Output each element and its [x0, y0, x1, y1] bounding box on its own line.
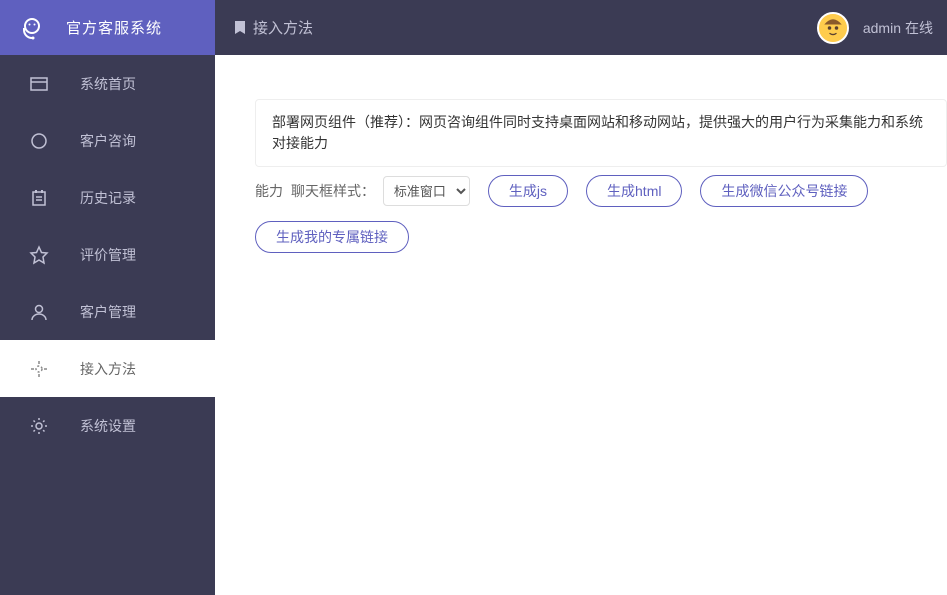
- controls-row: 能力 聊天框样式： 标准窗口 生成js 生成html 生成微信公众号链接: [255, 175, 947, 207]
- sidebar-item-label: 接入方法: [80, 359, 136, 379]
- generate-js-button[interactable]: 生成js: [488, 175, 568, 207]
- sidebar-item-label: 评价管理: [80, 245, 136, 265]
- topbar: 接入方法 admin 在线: [215, 0, 947, 55]
- style-label: 聊天框样式：: [291, 183, 375, 199]
- sidebar-item-label: 历史记录: [80, 188, 136, 208]
- app-logo-row: 官方客服系统: [0, 0, 215, 55]
- info-trailing: 能力: [255, 181, 283, 201]
- content-area: 部署网页组件（推荐）：网页咨询组件同时支持桌面网站和移动网站，提供强大的用户行为…: [215, 55, 947, 595]
- info-banner: 部署网页组件（推荐）：网页咨询组件同时支持桌面网站和移动网站，提供强大的用户行为…: [255, 99, 947, 167]
- generate-my-link-button[interactable]: 生成我的专属链接: [255, 221, 409, 253]
- window-icon: [26, 74, 52, 94]
- sidebar-item-settings[interactable]: 系统设置: [0, 397, 215, 454]
- sidebar-item-history[interactable]: 历史记录: [0, 169, 215, 226]
- sidebar: 官方客服系统 系统首页 客户咨询 历史记录 评价管理 客户管理: [0, 0, 215, 595]
- chat-style-select[interactable]: 标准窗口: [383, 176, 470, 206]
- generate-wechat-link-button[interactable]: 生成微信公众号链接: [700, 175, 868, 207]
- clipboard-icon: [26, 188, 52, 208]
- chat-bubble-icon: [26, 131, 52, 151]
- app-title: 官方客服系统: [66, 17, 162, 38]
- sidebar-item-label: 系统设置: [80, 416, 136, 436]
- sidebar-item-integration[interactable]: 接入方法: [0, 340, 215, 397]
- info-text: 部署网页组件（推荐）：网页咨询组件同时支持桌面网站和移动网站，提供强大的用户行为…: [272, 114, 923, 151]
- user-status: 在线: [905, 18, 933, 38]
- sidebar-item-customers[interactable]: 客户管理: [0, 283, 215, 340]
- sidebar-item-review[interactable]: 评价管理: [0, 226, 215, 283]
- sidebar-item-consult[interactable]: 客户咨询: [0, 112, 215, 169]
- headset-icon: [20, 16, 44, 40]
- sidebar-item-label: 系统首页: [80, 74, 136, 94]
- sidebar-item-label: 客户咨询: [80, 131, 136, 151]
- generate-html-button[interactable]: 生成html: [586, 175, 682, 207]
- page-title: 接入方法: [253, 17, 313, 38]
- user-icon: [26, 302, 52, 322]
- sidebar-item-label: 客户管理: [80, 302, 136, 322]
- controls-row-2: 生成我的专属链接: [255, 221, 947, 253]
- user-name: admin: [863, 20, 901, 36]
- bookmark-icon: [233, 20, 247, 36]
- user-menu[interactable]: admin 在线: [817, 12, 947, 44]
- connection-icon: [26, 359, 52, 379]
- gear-icon: [26, 416, 52, 436]
- sidebar-item-home[interactable]: 系统首页: [0, 55, 215, 112]
- avatar: [817, 12, 849, 44]
- star-icon: [26, 245, 52, 265]
